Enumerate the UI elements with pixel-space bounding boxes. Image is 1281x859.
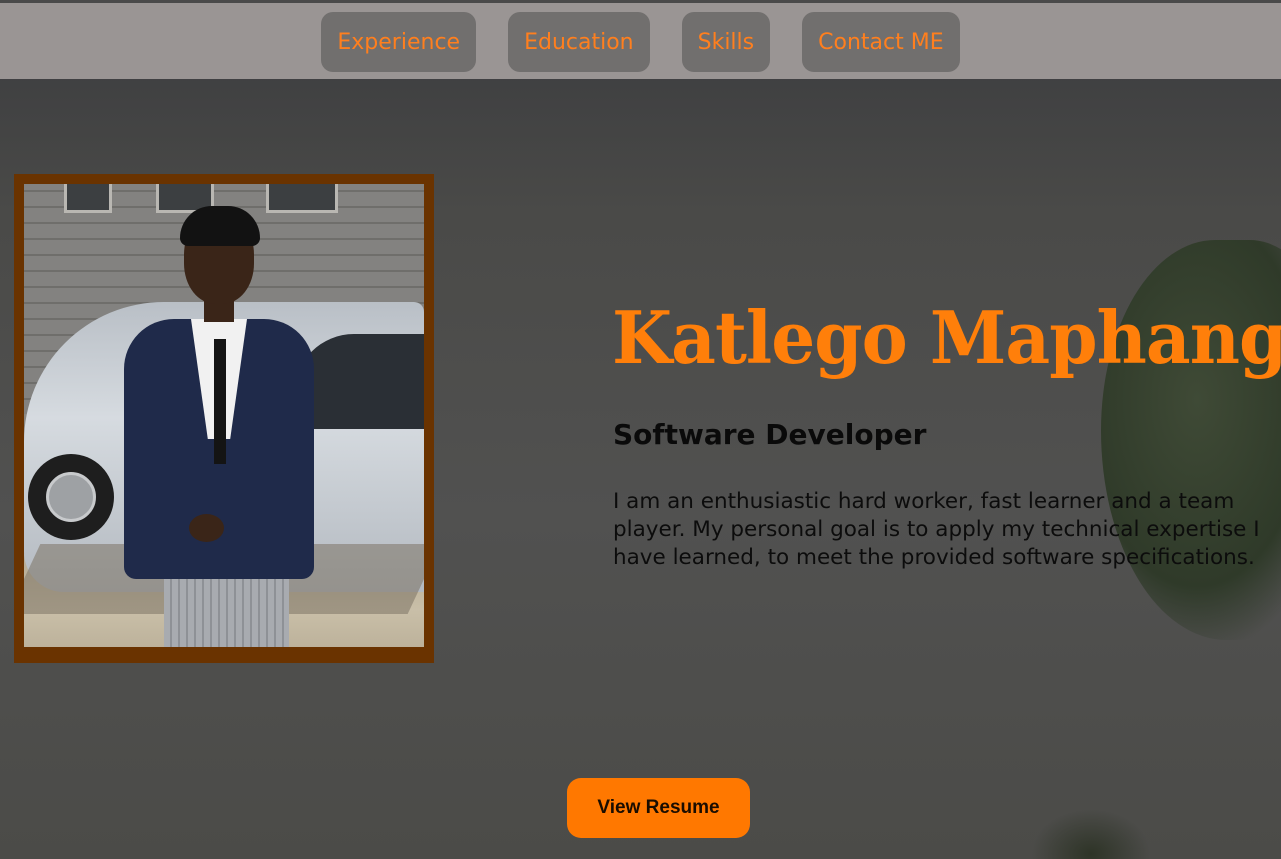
photo-person-tie: [214, 339, 226, 464]
photo-window: [64, 184, 112, 213]
nav-education-button[interactable]: Education: [508, 12, 650, 72]
nav-experience-button[interactable]: Experience: [321, 12, 477, 72]
profile-photo-frame: [14, 174, 434, 663]
view-resume-button[interactable]: View Resume: [567, 778, 750, 838]
nav-skills-button[interactable]: Skills: [681, 12, 771, 72]
top-nav: Experience Education Skills Contact ME: [0, 3, 1281, 79]
hero-role: Software Developer: [613, 418, 927, 451]
nav-contact-button[interactable]: Contact ME: [802, 12, 960, 72]
photo-window: [266, 184, 338, 213]
background-shrub: [1031, 809, 1151, 859]
hero-name: Katlego Maphango: [612, 295, 1281, 380]
profile-photo: [24, 184, 424, 647]
photo-person-hand: [189, 514, 224, 542]
hero-bio: I am an enthusiastic hard worker, fast l…: [613, 489, 1260, 570]
photo-car-wheel: [28, 454, 114, 540]
